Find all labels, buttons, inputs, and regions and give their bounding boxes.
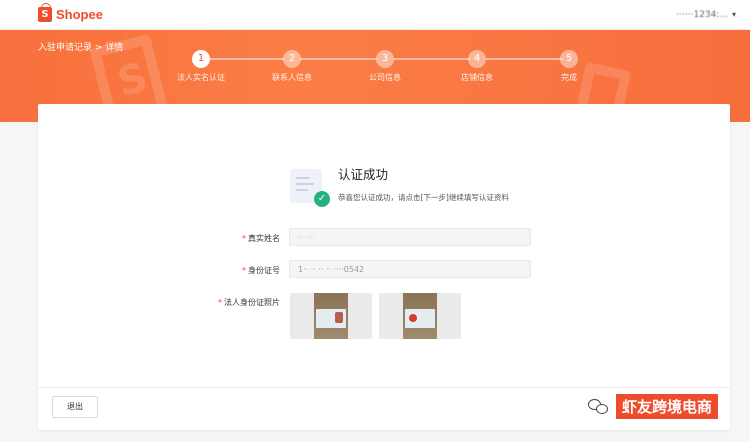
shopee-bag-icon: S — [38, 3, 52, 22]
step-number: 1 — [192, 50, 210, 68]
success-title: 认证成功 — [338, 167, 389, 182]
verification-card: ✓ 认证成功 恭喜您认证成功，请点击[下一步]继续填写认证资料 * 真实姓名 ··… — [38, 104, 730, 430]
step-number: 3 — [376, 50, 394, 68]
username: ······1234:... — [676, 9, 728, 20]
real-name-field: ·· ··· — [289, 228, 531, 246]
step-1: 1 法人实名认证 — [166, 50, 236, 83]
footer-divider — [38, 387, 730, 388]
watermark: 虾友跨境电商 — [588, 394, 719, 419]
progress-steps: 1 法人实名认证 2 联系人信息 3 公司信息 4 店铺信息 5 完成 — [170, 50, 590, 90]
breadcrumb[interactable]: 入驻申请记录 > 详情 — [38, 40, 123, 53]
id-photo-front[interactable] — [290, 293, 372, 339]
portrait-image — [335, 312, 343, 323]
required-mark: * — [218, 298, 222, 307]
step-label: 店铺信息 — [461, 73, 493, 82]
real-name-value: ·· ··· — [298, 233, 314, 242]
wechat-icon — [588, 398, 610, 415]
step-label: 公司信息 — [369, 73, 401, 82]
name-label: * 真实姓名 — [242, 233, 280, 244]
verified-document-icon: ✓ — [290, 169, 330, 207]
top-bar: S Shopee ······1234:... ▾ — [0, 0, 750, 30]
step-2: 2 联系人信息 — [257, 50, 327, 83]
step-label: 联系人信息 — [272, 73, 312, 82]
exit-button[interactable]: 退出 — [52, 396, 98, 418]
success-description: 恭喜您认证成功，请点击[下一步]继续填写认证资料 — [338, 193, 509, 202]
id-label: * 身份证号 — [242, 265, 280, 276]
id-card-front-image — [316, 309, 346, 328]
required-mark: * — [242, 266, 246, 275]
logo-text: Shopee — [56, 7, 103, 22]
step-label: 法人实名认证 — [177, 73, 225, 82]
step-5: 5 完成 — [534, 50, 604, 83]
step-number: 4 — [468, 50, 486, 68]
check-icon: ✓ — [314, 191, 330, 207]
emblem-icon — [409, 314, 417, 322]
id-card-back-image — [405, 309, 435, 328]
step-label: 完成 — [561, 73, 577, 82]
name-label-text: 真实姓名 — [248, 234, 280, 243]
id-photo-label: * 法人身份证照片 — [218, 297, 280, 308]
id-label-text: 身份证号 — [248, 266, 280, 275]
id-number-value: 1·· ·· ·· ·· ····0542 — [298, 265, 365, 274]
step-number: 2 — [283, 50, 301, 68]
user-menu[interactable]: ······1234:... ▾ — [676, 10, 736, 20]
step-4: 4 店铺信息 — [442, 50, 512, 83]
step-number: 5 — [560, 50, 578, 68]
shopee-logo[interactable]: S Shopee — [38, 3, 103, 22]
required-mark: * — [242, 234, 246, 243]
id-number-field: 1·· ·· ·· ·· ····0542 — [289, 260, 531, 278]
watermark-text: 虾友跨境电商 — [616, 394, 719, 419]
chevron-down-icon: ▾ — [731, 10, 736, 19]
id-photo-label-text: 法人身份证照片 — [224, 298, 280, 307]
id-photo-back[interactable] — [379, 293, 461, 339]
step-3: 3 公司信息 — [350, 50, 420, 83]
